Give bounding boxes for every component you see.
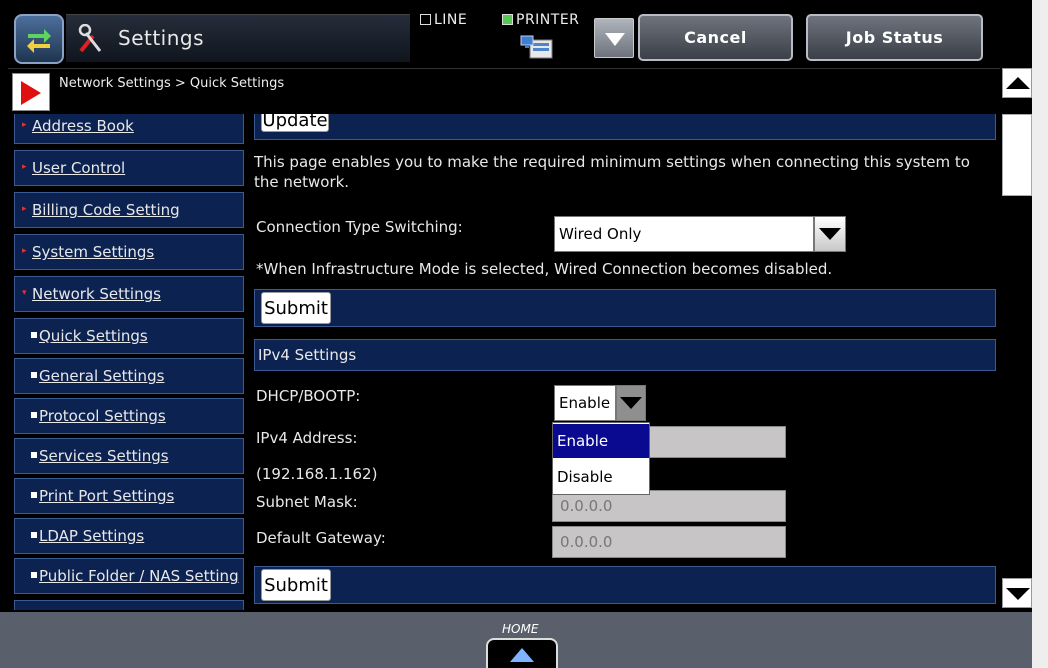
bottom-bar: HOME (0, 612, 1032, 668)
printer-mode-label: PRINTER (516, 12, 580, 28)
ipv4-heading-bar (254, 339, 996, 371)
submit-bar (254, 289, 996, 327)
top-bar: Settings LINE PRINTER Cancel Job Status (0, 0, 1032, 68)
main-content: Update This page enables you to make the… (248, 114, 1002, 610)
sidebar-item-billing-code[interactable]: ▸ Billing Code Setting (14, 192, 244, 228)
sidebar-item-label: Print Port Settings (39, 487, 175, 505)
sidebar-item-quick-settings[interactable]: Quick Settings (14, 318, 244, 354)
sidebar-item-label: User Control (32, 159, 126, 177)
sidebar-item-protocol-settings[interactable]: Protocol Settings (14, 398, 244, 434)
cancel-button[interactable]: Cancel (638, 14, 793, 61)
mode-dropdown-button[interactable] (594, 18, 634, 58)
printer-checkbox[interactable] (502, 14, 513, 25)
printer-icon (520, 35, 553, 59)
dhcp-option-disable[interactable]: Disable (553, 460, 649, 494)
sidebar-item-label: Billing Code Setting (32, 201, 180, 219)
sidebar-item-label: General Settings (39, 367, 165, 385)
sidebar-item-label: LDAP Settings (39, 527, 145, 545)
screen-edge (1032, 0, 1048, 668)
submit-button[interactable]: Submit (261, 292, 331, 324)
sidebar-item-services-settings[interactable]: Services Settings (14, 438, 244, 474)
default-gateway-field[interactable]: 0.0.0.0 (552, 526, 786, 558)
ipv4-current-address: (192.168.1.162) (256, 465, 378, 483)
sidebar-item-label: Protocol Settings (39, 407, 166, 425)
dhcp-select[interactable]: Enable (554, 385, 616, 421)
submit-button-bottom[interactable]: Submit (261, 569, 331, 601)
update-bar (254, 114, 996, 140)
ipv4-address-label: IPv4 Address: (256, 429, 358, 447)
sidebar: ▸ Address Book ▸ User Control ▸ Billing Cod… (8, 114, 248, 610)
ipv4-heading: IPv4 Settings (258, 346, 357, 364)
line-mode-toggle[interactable]: LINE (420, 12, 467, 28)
sidebar-item-label: Public Folder / NAS Setting (39, 567, 239, 585)
scroll-down-button[interactable] (1002, 578, 1032, 608)
infrastructure-note: *When Infrastructure Mode is selected, W… (256, 260, 833, 278)
sidebar-item-network-settings[interactable]: ▾ Network Settings (14, 276, 244, 312)
sidebar-item-public-folder[interactable]: Public Folder / NAS Setting (14, 558, 244, 594)
update-button[interactable]: Update (261, 114, 329, 132)
breadcrumb-bar: Network Settings > Quick Settings (8, 68, 1000, 114)
chevron-down-icon[interactable] (616, 385, 646, 421)
page-title: Settings (118, 26, 205, 50)
dhcp-option-enable[interactable]: Enable (553, 424, 649, 458)
sidebar-item-label: System Settings (32, 243, 155, 261)
page-description: This page enables you to make the requir… (254, 153, 970, 191)
title-box: Settings (66, 14, 410, 62)
default-gateway-label: Default Gateway: (256, 529, 386, 547)
line-mode-label: LINE (434, 12, 468, 28)
sidebar-item-label: Network Settings (32, 285, 161, 303)
sidebar-item-label: Services Settings (39, 447, 169, 465)
sidebar-item-address-book[interactable]: ▸ Address Book (14, 114, 244, 144)
app-switch-icon[interactable] (14, 14, 64, 64)
scroll-thumb[interactable] (1002, 114, 1032, 196)
connection-type-select[interactable]: Wired Only (554, 216, 814, 252)
printer-mode-toggle[interactable]: PRINTER (502, 12, 579, 28)
submit-bar-bottom (254, 566, 996, 604)
sidebar-item-user-control[interactable]: ▸ User Control (14, 150, 244, 186)
sidebar-item-ldap-settings[interactable]: LDAP Settings (14, 518, 244, 554)
connection-type-label: Connection Type Switching: (256, 218, 463, 236)
dhcp-label: DHCP/BOOTP: (256, 387, 361, 405)
play-arrow-icon[interactable] (12, 73, 50, 111)
subnet-mask-label: Subnet Mask: (256, 493, 358, 511)
job-status-button[interactable]: Job Status (806, 14, 983, 61)
sidebar-item-system-settings[interactable]: ▸ System Settings (14, 234, 244, 270)
sidebar-item-next[interactable] (14, 600, 244, 610)
sidebar-item-label: Quick Settings (39, 327, 148, 345)
sidebar-item-print-port-settings[interactable]: Print Port Settings (14, 478, 244, 514)
line-checkbox[interactable] (420, 14, 431, 25)
home-label: HOME (502, 622, 539, 636)
sidebar-item-label: Address Book (32, 117, 134, 135)
scroll-up-button[interactable] (1002, 68, 1032, 98)
breadcrumb: Network Settings > Quick Settings (59, 76, 285, 91)
dhcp-dropdown-list: Enable Disable (552, 422, 650, 495)
home-button[interactable] (486, 638, 558, 668)
sidebar-item-general-settings[interactable]: General Settings (14, 358, 244, 394)
chevron-down-icon[interactable] (814, 216, 846, 252)
wrench-icon (78, 24, 102, 53)
